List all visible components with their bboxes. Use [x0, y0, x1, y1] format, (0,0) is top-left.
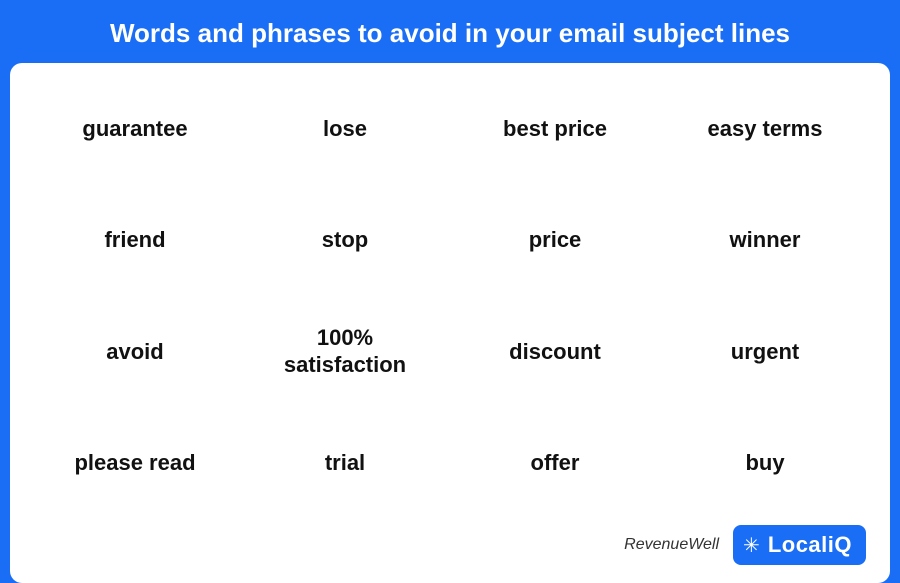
- header: Words and phrases to avoid in your email…: [0, 0, 900, 63]
- page-title: Words and phrases to avoid in your email…: [20, 18, 880, 49]
- grid-item: easy terms: [660, 73, 870, 184]
- grid-item: please read: [30, 408, 240, 519]
- grid-item: price: [450, 185, 660, 296]
- grid-item: lose: [240, 73, 450, 184]
- footer-row: RevenueWell ✳ LocaliQ: [30, 519, 870, 573]
- localiq-text: LocaliQ: [768, 532, 852, 558]
- grid-item: urgent: [660, 296, 870, 407]
- grid-item: winner: [660, 185, 870, 296]
- grid-item: avoid: [30, 296, 240, 407]
- grid-item: stop: [240, 185, 450, 296]
- grid-item: best price: [450, 73, 660, 184]
- grid-item: discount: [450, 296, 660, 407]
- grid-item: friend: [30, 185, 240, 296]
- grid-item: buy: [660, 408, 870, 519]
- grid-item: offer: [450, 408, 660, 519]
- words-grid: guaranteelosebest priceeasy terms friends…: [30, 73, 870, 519]
- localiq-icon: ✳: [743, 533, 760, 558]
- grid-item: guarantee: [30, 73, 240, 184]
- localiq-badge: ✳ LocaliQ: [733, 525, 866, 565]
- main-card: guaranteelosebest priceeasy terms friends…: [10, 63, 890, 583]
- revenuewell-label: RevenueWell: [624, 536, 719, 554]
- grid-item: trial: [240, 408, 450, 519]
- grid-item: 100%satisfaction: [240, 296, 450, 407]
